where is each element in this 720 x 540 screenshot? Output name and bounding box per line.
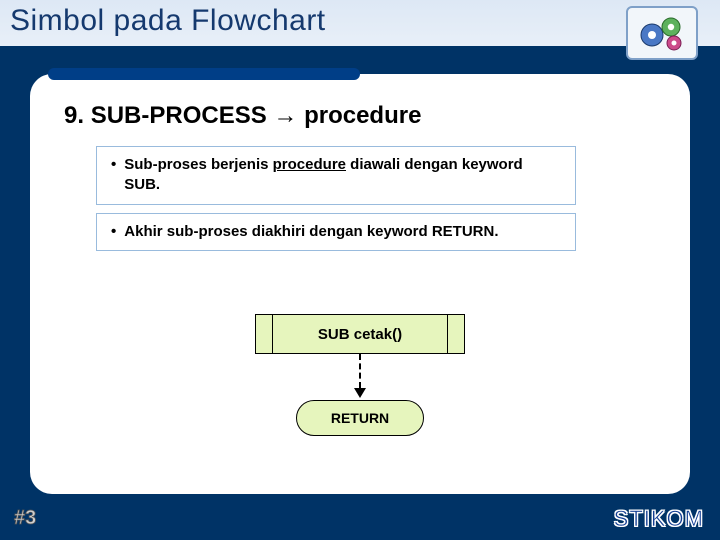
bullet-dot-icon: • bbox=[111, 155, 116, 196]
bullet-text: Akhir sub-proses diakhiri dengan keyword… bbox=[124, 222, 498, 242]
gears-icon bbox=[626, 6, 698, 60]
bullet-item: • Akhir sub-proses diakhiri dengan keywo… bbox=[111, 222, 561, 242]
bullet-dot-icon: • bbox=[111, 222, 116, 242]
subprocess-symbol: SUB cetak() bbox=[255, 314, 465, 354]
content-panel: 9. SUB-PROCESS → procedure • Sub-proses … bbox=[30, 74, 690, 494]
bullet-box-2: • Akhir sub-proses diakhiri dengan keywo… bbox=[96, 213, 576, 251]
section-heading: 9. SUB-PROCESS → procedure bbox=[64, 102, 662, 130]
return-label: RETURN bbox=[331, 410, 389, 426]
heading-number: 9. bbox=[64, 102, 84, 129]
brand-logo: STIKOM bbox=[614, 506, 704, 532]
title-bar: Simbol pada Flowchart bbox=[0, 0, 720, 46]
bullet-text: Sub-proses berjenis procedure diawali de… bbox=[124, 155, 561, 196]
arrow-icon: → bbox=[273, 102, 297, 129]
bullet-box-1: • Sub-proses berjenis procedure diawali … bbox=[96, 146, 576, 205]
subprocess-label: SUB cetak() bbox=[318, 326, 402, 343]
dashed-line-icon bbox=[359, 354, 361, 388]
heading-keyword: SUB-PROCESS bbox=[91, 102, 267, 129]
page-number: #3 bbox=[14, 507, 36, 530]
flow-arrow bbox=[354, 354, 366, 398]
terminator-symbol: RETURN bbox=[296, 400, 424, 436]
flow-diagram: SUB cetak() RETURN bbox=[30, 314, 690, 436]
slide-title: Simbol pada Flowchart bbox=[10, 4, 710, 38]
arrowhead-down-icon bbox=[354, 388, 366, 398]
panel-accent-bar bbox=[48, 68, 360, 80]
heading-suffix: procedure bbox=[304, 102, 421, 129]
bullet-item: • Sub-proses berjenis procedure diawali … bbox=[111, 155, 561, 196]
